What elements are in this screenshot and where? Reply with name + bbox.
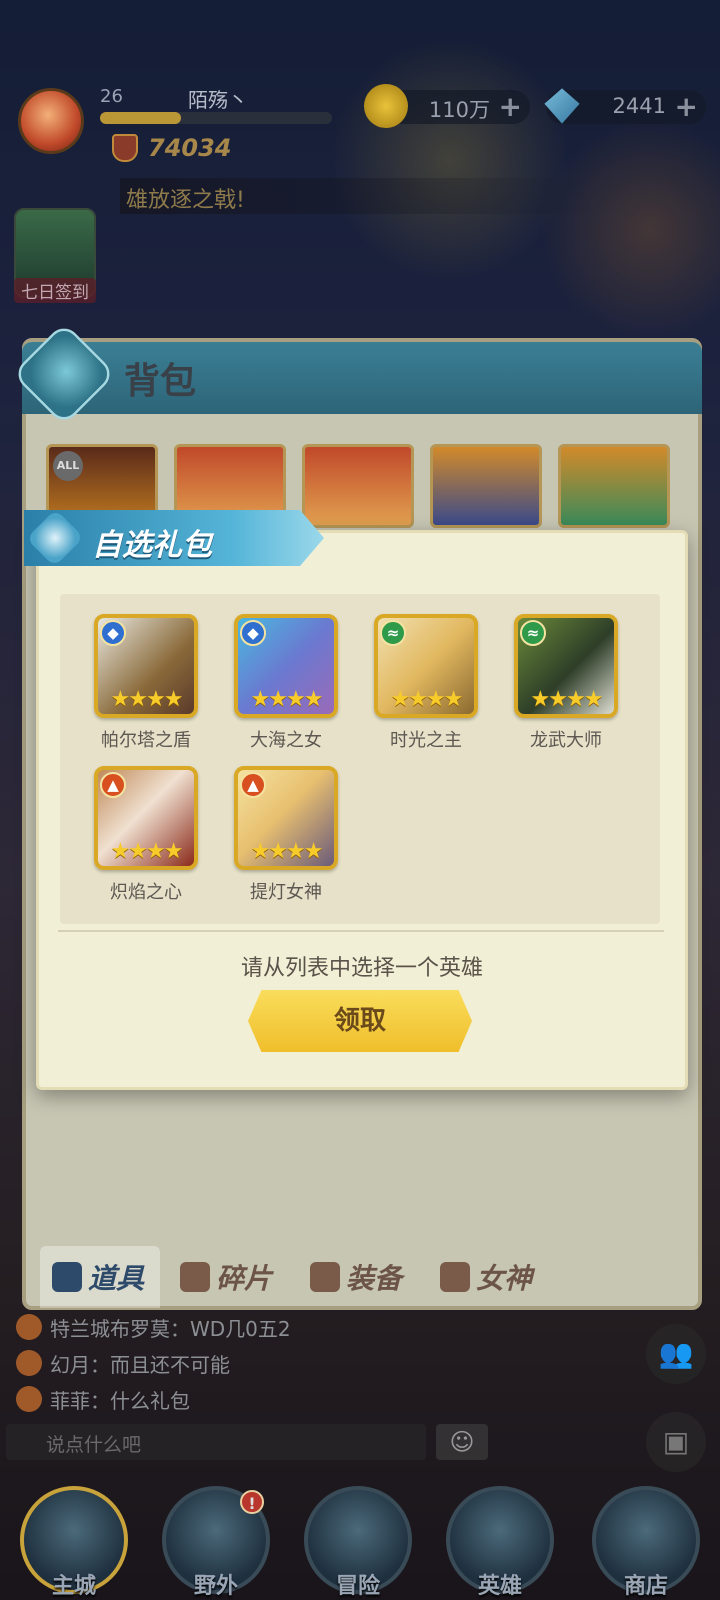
wind-element-icon: ≈ <box>520 620 546 646</box>
nav-heroes[interactable]: 英雄 <box>440 1480 560 1600</box>
player-avatar[interactable] <box>18 88 84 154</box>
fragment-icon <box>180 1262 210 1292</box>
hero-stars: ★★★★ <box>250 687 324 712</box>
hero-card[interactable]: ◆ ★★★★ 帕尔塔之盾 <box>94 614 198 752</box>
equipment-icon <box>310 1262 340 1292</box>
chat-line: 菲菲：什么礼包 <box>16 1384 190 1414</box>
item-slot[interactable] <box>558 444 670 528</box>
nav-main-city[interactable]: 主城 <box>14 1480 134 1600</box>
hero-name: 龙武大师 <box>530 730 602 751</box>
tab-items[interactable]: 道具 <box>40 1246 160 1308</box>
selection-prompt: 请从列表中选择一个英雄 <box>240 956 483 981</box>
hero-portrait: ◆ ★★★★ <box>94 614 198 718</box>
gold-counter: 110万 + <box>364 84 530 128</box>
item-slot[interactable] <box>430 444 542 528</box>
hero-portrait: ◆ ★★★★ <box>234 614 338 718</box>
goddess-icon <box>440 1262 470 1292</box>
hero-name: 提灯女神 <box>250 882 322 903</box>
combat-power: 74034 <box>148 134 232 162</box>
gem-value: 2441 <box>612 94 666 118</box>
notification-badge: ! <box>240 1490 264 1514</box>
chat-avatar <box>16 1314 42 1340</box>
dialog-title: 自选礼包 <box>92 528 212 563</box>
fire-element-icon: ▲ <box>240 772 266 798</box>
hero-card[interactable]: ▲ ★★★★ 提灯女神 <box>234 766 338 904</box>
add-gold-button[interactable]: + <box>499 90 522 123</box>
hero-portrait: ▲ ★★★★ <box>94 766 198 870</box>
wind-element-icon: ≈ <box>380 620 406 646</box>
gold-value: 110万 <box>428 98 490 122</box>
chat-line: 幻月：而且还不可能 <box>16 1348 230 1378</box>
hero-card[interactable]: ◆ ★★★★ 大海之女 <box>234 614 338 752</box>
hero-list: ◆ ★★★★ 帕尔塔之盾 ◆ ★★★★ 大海之女 ≈ ★★★★ 时光之主 ≈ ★… <box>60 594 660 924</box>
nav-shop[interactable]: 商店 <box>586 1480 706 1600</box>
chat-input[interactable]: 说点什么吧 <box>6 1424 426 1460</box>
tab-goddess[interactable]: 女神 <box>440 1246 560 1308</box>
tab-equipment[interactable]: 装备 <box>310 1246 430 1308</box>
hero-name: 炽焰之心 <box>110 882 182 903</box>
friends-icon[interactable]: 👥 <box>646 1324 706 1384</box>
water-element-icon: ◆ <box>100 620 126 646</box>
hero-stars: ★★★★ <box>250 839 324 864</box>
hero-stars: ★★★★ <box>110 839 184 864</box>
announcement-marquee: 雄放逐之戟! <box>120 178 600 214</box>
hero-card[interactable]: ▲ ★★★★ 炽焰之心 <box>94 766 198 904</box>
nav-adventure[interactable]: 冒险 <box>298 1480 418 1600</box>
water-element-icon: ◆ <box>240 620 266 646</box>
hero-name: 大海之女 <box>250 730 322 751</box>
hero-portrait: ≈ ★★★★ <box>374 614 478 718</box>
hero-name: 帕尔塔之盾 <box>101 730 191 751</box>
chat-avatar <box>16 1350 42 1376</box>
all-badge: ALL <box>53 451 83 481</box>
bag-tabs: 道具 碎片 装备 女神 <box>40 1246 686 1308</box>
tab-fragments[interactable]: 碎片 <box>180 1246 300 1308</box>
gold-coin-icon <box>364 84 408 128</box>
hero-stars: ★★★★ <box>530 687 604 712</box>
xp-bar-fill <box>100 112 182 124</box>
gem-counter: 2441 + <box>544 88 706 124</box>
bag-shortcut-icon[interactable]: ▣ <box>646 1412 706 1472</box>
player-name: 陌殇丶 <box>188 88 248 112</box>
add-gems-button[interactable]: + <box>675 90 698 123</box>
emoji-button[interactable]: ☺ <box>436 1424 488 1460</box>
hero-card[interactable]: ≈ ★★★★ 时光之主 <box>374 614 478 752</box>
hero-name: 时光之主 <box>390 730 462 751</box>
bag-title: 背包 <box>124 361 197 402</box>
hero-portrait: ▲ ★★★★ <box>234 766 338 870</box>
chat-avatar <box>16 1386 42 1412</box>
shield-icon <box>112 134 138 162</box>
hero-portrait: ≈ ★★★★ <box>514 614 618 718</box>
xp-bar <box>100 112 332 124</box>
chat-line: 特兰城布罗莫：WD几0五2 <box>16 1312 291 1342</box>
hero-card[interactable]: ≈ ★★★★ 龙武大师 <box>514 614 618 752</box>
fire-element-icon: ▲ <box>100 772 126 798</box>
hero-stars: ★★★★ <box>390 687 464 712</box>
item-slot[interactable] <box>302 444 414 528</box>
items-icon <box>52 1262 82 1292</box>
hero-stars: ★★★★ <box>110 687 184 712</box>
claim-button[interactable]: 领取 <box>248 990 472 1052</box>
divider <box>58 930 664 932</box>
signin-label: 七日签到 <box>14 278 96 303</box>
player-level: 26 <box>100 86 123 107</box>
